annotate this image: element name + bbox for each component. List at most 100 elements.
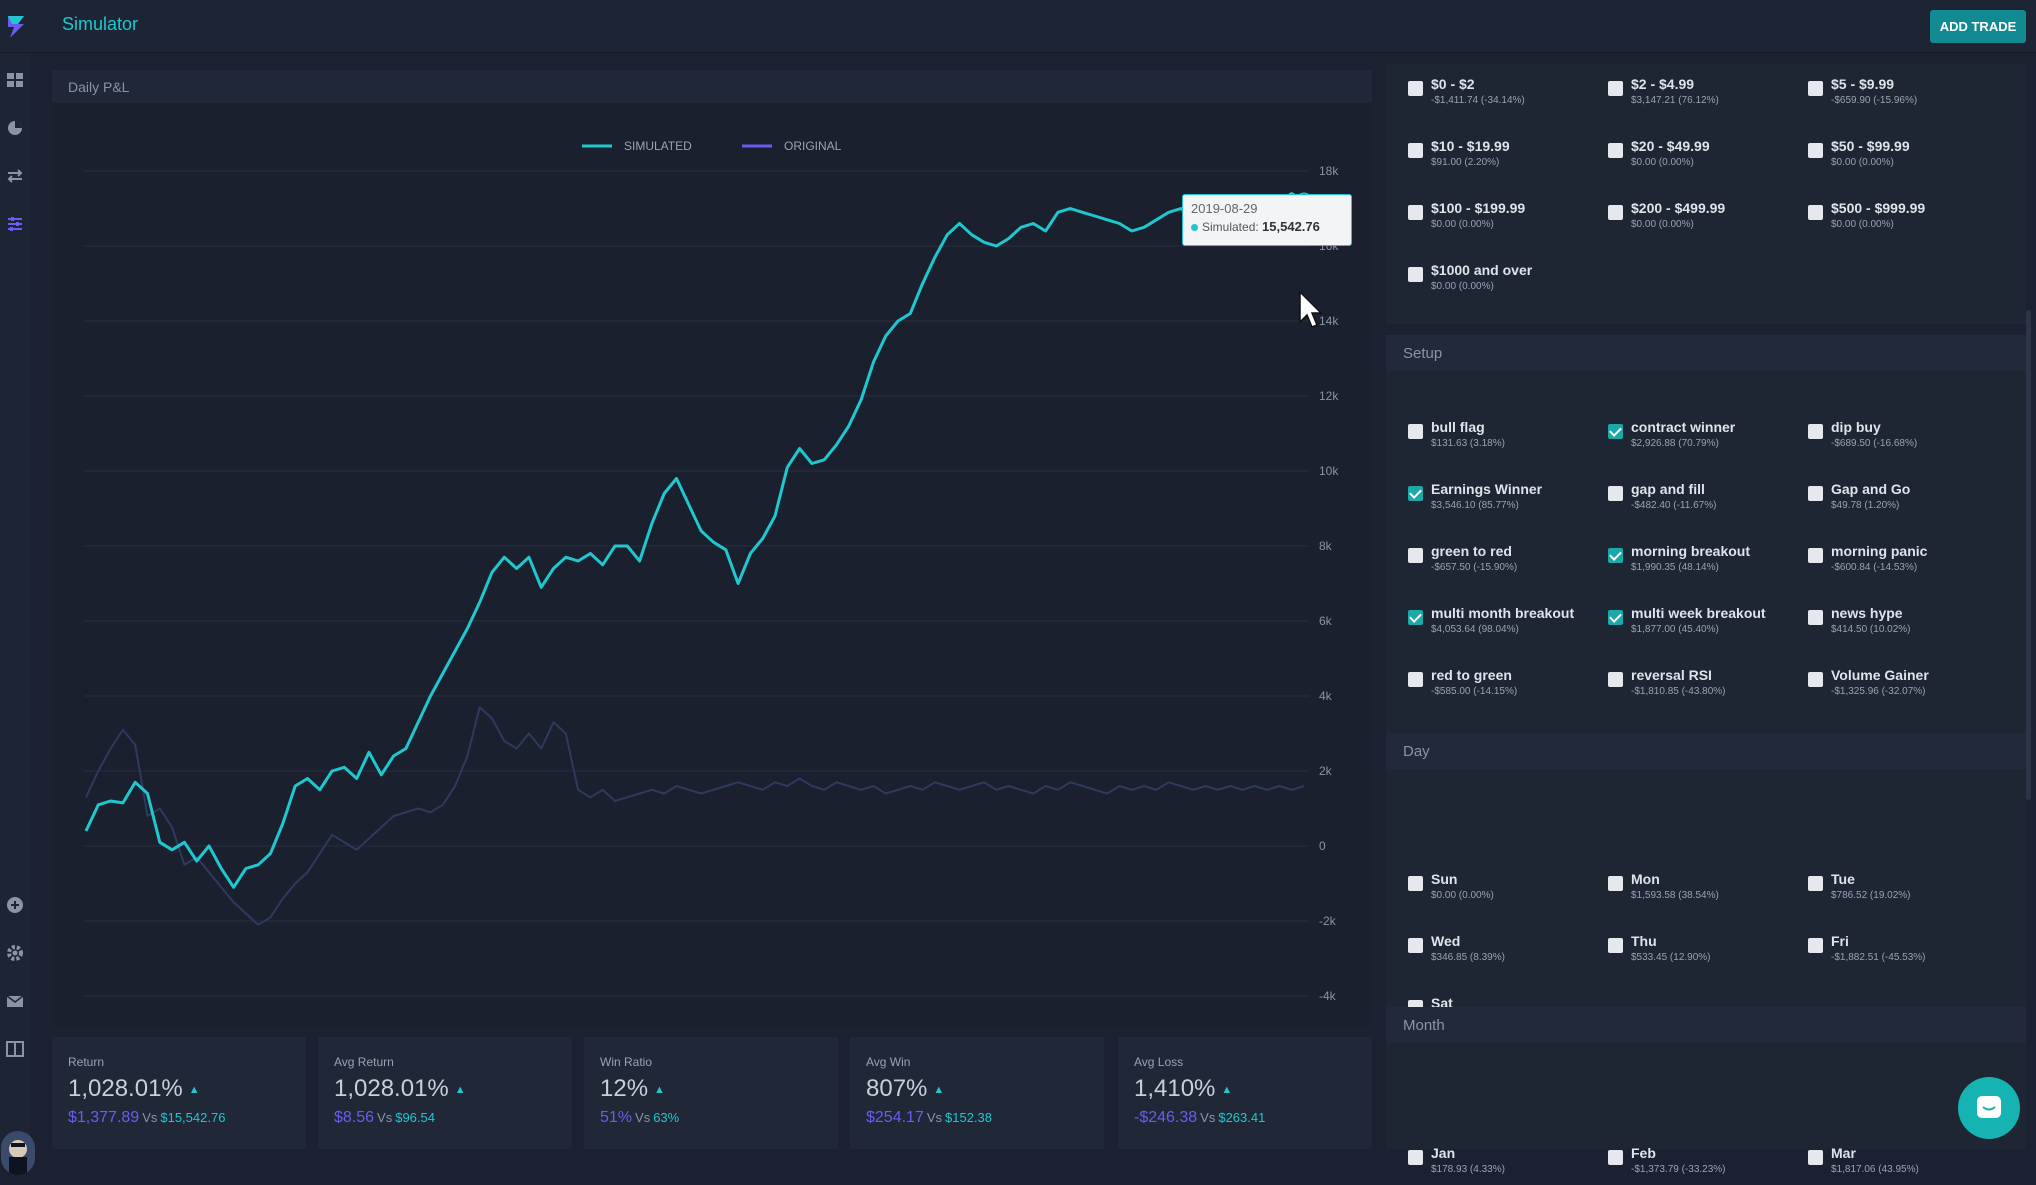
setup-filter-item[interactable]: multi week breakout $1,877.00 (45.40%) bbox=[1608, 605, 1808, 645]
checkbox[interactable] bbox=[1608, 876, 1623, 891]
day-filter-item[interactable]: Mon $1,593.58 (38.54%) bbox=[1608, 871, 1808, 911]
checkbox[interactable] bbox=[1408, 876, 1423, 891]
stat-card-avg-win: Avg Win 807% ▲ $254.17 Vs $152.38 bbox=[850, 1037, 1104, 1149]
trend-up-icon: ▲ bbox=[454, 1083, 466, 1096]
setup-filter-item[interactable]: reversal RSI -$1,810.85 (-43.80%) bbox=[1608, 667, 1808, 707]
checkbox[interactable] bbox=[1408, 205, 1423, 220]
checkbox[interactable] bbox=[1408, 143, 1423, 158]
checkbox[interactable] bbox=[1608, 1150, 1623, 1165]
checkbox[interactable] bbox=[1808, 486, 1823, 501]
checkbox[interactable] bbox=[1608, 938, 1623, 953]
filter-scrollbar[interactable] bbox=[2026, 310, 2031, 800]
day-filter-item[interactable]: Thu $533.45 (12.90%) bbox=[1608, 933, 1808, 973]
price-filter-item[interactable]: $50 - $99.99 $0.00 (0.00%) bbox=[1808, 138, 2008, 178]
checkbox[interactable] bbox=[1408, 610, 1423, 625]
stat-label: Win Ratio bbox=[600, 1055, 653, 1069]
price-filter-item[interactable]: $10 - $19.99 $91.00 (2.20%) bbox=[1408, 138, 1608, 178]
checkbox[interactable] bbox=[1608, 610, 1623, 625]
avatar[interactable] bbox=[1, 1131, 35, 1175]
month-filter-item[interactable]: Mar $1,817.06 (43.95%) bbox=[1808, 1145, 2008, 1185]
checkbox[interactable] bbox=[1808, 938, 1823, 953]
setup-filter-item[interactable]: contract winner $2,926.88 (70.79%) bbox=[1608, 419, 1808, 459]
checkbox[interactable] bbox=[1608, 486, 1623, 501]
setup-filter-item[interactable]: red to green -$585.00 (-14.15%) bbox=[1408, 667, 1608, 707]
day-filter-item[interactable]: Wed $346.85 (8.39%) bbox=[1408, 933, 1608, 973]
checkbox[interactable] bbox=[1808, 672, 1823, 687]
filter-name: bull flag bbox=[1431, 419, 1485, 435]
checkbox[interactable] bbox=[1808, 1150, 1823, 1165]
price-filter-item[interactable]: $200 - $499.99 $0.00 (0.00%) bbox=[1608, 200, 1808, 240]
price-filter-item[interactable]: $2 - $4.99 $3,147.21 (76.12%) bbox=[1608, 76, 1808, 116]
setup-filter-item[interactable]: news hype $414.50 (10.02%) bbox=[1808, 605, 2008, 645]
price-filter-item[interactable]: $20 - $49.99 $0.00 (0.00%) bbox=[1608, 138, 1808, 178]
setup-filter-item[interactable]: gap and fill -$482.40 (-11.67%) bbox=[1608, 481, 1808, 521]
checkbox[interactable] bbox=[1408, 1150, 1423, 1165]
checkbox[interactable] bbox=[1408, 267, 1423, 282]
checkbox[interactable] bbox=[1408, 424, 1423, 439]
series-line-original bbox=[85, 706, 1305, 926]
filter-value: $0.00 (0.00%) bbox=[1831, 219, 1894, 230]
setup-filter-item[interactable]: green to red -$657.50 (-15.90%) bbox=[1408, 543, 1608, 583]
y-tick-label: 10k bbox=[1319, 464, 1339, 478]
day-card-title: Day bbox=[1386, 733, 2026, 769]
setup-filter-item[interactable]: morning panic -$600.84 (-14.53%) bbox=[1808, 543, 2008, 583]
reports-icon[interactable] bbox=[6, 119, 24, 137]
price-filter-item[interactable]: $0 - $2 -$1,411.74 (-34.14%) bbox=[1408, 76, 1608, 116]
filter-name: multi week breakout bbox=[1631, 605, 1766, 621]
checkbox[interactable] bbox=[1608, 205, 1623, 220]
checkbox[interactable] bbox=[1808, 81, 1823, 96]
checkbox[interactable] bbox=[1608, 81, 1623, 96]
chart-tooltip: 2019-08-29 Simulated: 15,542.76 bbox=[1182, 194, 1352, 246]
tooltip-series-dot bbox=[1191, 224, 1198, 231]
checkbox[interactable] bbox=[1808, 610, 1823, 625]
setup-filter-item[interactable]: Volume Gainer -$1,325.96 (-32.07%) bbox=[1808, 667, 2008, 707]
setup-filter-item[interactable]: Gap and Go $49.78 (1.20%) bbox=[1808, 481, 2008, 521]
trades-icon[interactable] bbox=[6, 167, 24, 185]
filter-value: -$1,411.74 (-34.14%) bbox=[1431, 95, 1525, 106]
checkbox[interactable] bbox=[1408, 486, 1423, 501]
day-filter-item[interactable]: Fri -$1,882.51 (-45.53%) bbox=[1808, 933, 2008, 973]
settings-icon[interactable] bbox=[6, 944, 24, 962]
checkbox[interactable] bbox=[1808, 424, 1823, 439]
daily-pnl-chart[interactable]: 18k16k14k12k10k8k6k4k2k0-2k-4kSIMULATED O… bbox=[52, 70, 1372, 1028]
dashboard-icon[interactable] bbox=[6, 71, 24, 89]
app-logo-icon[interactable] bbox=[4, 12, 28, 40]
price-filter-item[interactable]: $5 - $9.99 -$659.90 (-15.96%) bbox=[1808, 76, 2008, 116]
setup-filter-item[interactable]: morning breakout $1,990.35 (48.14%) bbox=[1608, 543, 1808, 583]
stat-label: Return bbox=[68, 1055, 105, 1069]
filter-value: -$1,882.51 (-45.53%) bbox=[1831, 952, 1926, 963]
checkbox[interactable] bbox=[1808, 143, 1823, 158]
month-filter-item[interactable]: Feb -$1,373.79 (-33.23%) bbox=[1608, 1145, 1808, 1185]
checkbox[interactable] bbox=[1808, 205, 1823, 220]
series-line-simulated bbox=[84, 192, 1305, 889]
checkbox[interactable] bbox=[1608, 672, 1623, 687]
checkbox[interactable] bbox=[1408, 938, 1423, 953]
simulator-icon[interactable] bbox=[6, 215, 24, 233]
day-filter-item[interactable]: Tue $786.52 (19.02%) bbox=[1808, 871, 2008, 911]
price-filter-item[interactable]: $1000 and over $0.00 (0.00%) bbox=[1408, 262, 1608, 302]
mail-icon[interactable] bbox=[6, 992, 24, 1010]
chat-launcher-button[interactable] bbox=[1958, 1077, 2020, 1139]
filter-value: $3,147.21 (76.12%) bbox=[1631, 95, 1719, 106]
setup-filter-item[interactable]: bull flag $131.63 (3.18%) bbox=[1408, 419, 1608, 459]
setup-filter-item[interactable]: dip buy -$689.50 (-16.68%) bbox=[1808, 419, 2008, 459]
checkbox[interactable] bbox=[1608, 143, 1623, 158]
day-filter-item[interactable]: Sun $0.00 (0.00%) bbox=[1408, 871, 1608, 911]
filter-name: $100 - $199.99 bbox=[1431, 200, 1526, 216]
checkbox[interactable] bbox=[1408, 81, 1423, 96]
checkbox[interactable] bbox=[1808, 548, 1823, 563]
add-icon[interactable] bbox=[6, 896, 24, 914]
checkbox[interactable] bbox=[1408, 548, 1423, 563]
setup-filter-item[interactable]: Earnings Winner $3,546.10 (85.77%) bbox=[1408, 481, 1608, 521]
price-filter-item[interactable]: $500 - $999.99 $0.00 (0.00%) bbox=[1808, 200, 2008, 240]
setup-filter-item[interactable]: multi month breakout $4,053.64 (98.04%) bbox=[1408, 605, 1608, 645]
checkbox[interactable] bbox=[1808, 876, 1823, 891]
month-filter-item[interactable]: Jan $178.93 (4.33%) bbox=[1408, 1145, 1608, 1185]
book-icon[interactable] bbox=[6, 1040, 24, 1058]
checkbox[interactable] bbox=[1608, 548, 1623, 563]
add-trade-button[interactable]: ADD TRADE bbox=[1930, 10, 2026, 43]
filter-value: $1,877.00 (45.40%) bbox=[1631, 624, 1719, 635]
checkbox[interactable] bbox=[1608, 424, 1623, 439]
price-filter-item[interactable]: $100 - $199.99 $0.00 (0.00%) bbox=[1408, 200, 1608, 240]
checkbox[interactable] bbox=[1408, 672, 1423, 687]
